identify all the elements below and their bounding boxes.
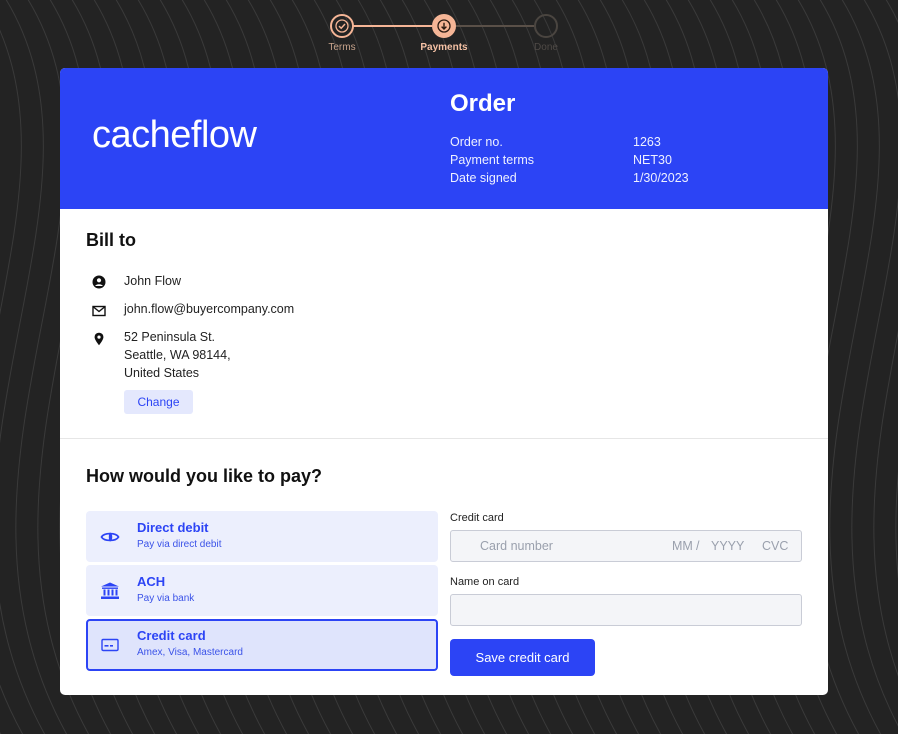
- step-connector-complete: [352, 25, 432, 27]
- step-payments-circle[interactable]: [432, 14, 456, 38]
- card-number-placeholder: Card number: [480, 539, 553, 553]
- payment-option-ach[interactable]: ACH Pay via bank: [86, 565, 438, 616]
- order-number-label: Order no.: [450, 135, 503, 149]
- background-line: [851, 0, 898, 727]
- progress-stepper: Terms Payments Done: [0, 0, 898, 60]
- person-icon: [92, 275, 106, 289]
- background-line: [0, 731, 2, 734]
- payment-terms-value: NET30: [633, 153, 672, 167]
- date-signed-label: Date signed: [450, 171, 517, 185]
- download-arrow-icon: [437, 19, 451, 33]
- date-signed-value: 1/30/2023: [633, 171, 689, 185]
- payment-option-name: Credit card: [137, 628, 206, 643]
- step-label-payments: Payments: [420, 42, 468, 53]
- order-number-value: 1263: [633, 135, 661, 149]
- bill-to-address-line-2: Seattle, WA 98144,: [124, 348, 231, 362]
- step-label-done: Done: [534, 42, 558, 53]
- payment-option-direct-debit[interactable]: Direct debit Pay via direct debit: [86, 511, 438, 562]
- mail-icon: [92, 305, 106, 317]
- step-connector-upcoming: [456, 25, 534, 27]
- payment-terms-label: Payment terms: [450, 153, 535, 167]
- credit-card-label: Credit card: [450, 512, 504, 524]
- background-line: [0, 29, 24, 734]
- checkmark-icon: [335, 19, 349, 33]
- cvc-placeholder: CVC: [762, 539, 789, 553]
- date-signed-row: Date signed 1/30/2023: [450, 171, 810, 189]
- name-on-card-label: Name on card: [450, 576, 520, 588]
- name-on-card-input[interactable]: [450, 594, 802, 626]
- change-address-button[interactable]: Change: [124, 390, 193, 414]
- background-line: [0, 0, 46, 734]
- payment-option-credit-card[interactable]: Credit card Amex, Visa, Mastercard: [86, 619, 438, 671]
- expiry-month-placeholder: MM: [672, 539, 693, 553]
- payment-option-description: Amex, Visa, Mastercard: [137, 647, 243, 658]
- credit-card-icon: [101, 638, 119, 652]
- expiry-year-placeholder: YYYY: [711, 539, 745, 553]
- order-number-row: Order no. 1263: [450, 135, 810, 153]
- card-details-input[interactable]: Card number MM / YYYY CVC: [450, 530, 802, 562]
- bill-to-email: john.flow@buyercompany.com: [124, 302, 295, 316]
- order-title: Order: [450, 90, 516, 117]
- background-line: [829, 0, 882, 734]
- step-terms-circle[interactable]: [330, 14, 354, 38]
- bill-to-name: John Flow: [124, 274, 181, 288]
- bill-to-address-line-1: 52 Peninsula St.: [124, 330, 216, 344]
- bank-icon: [101, 582, 119, 599]
- payment-method-title: How would you like to pay?: [86, 466, 323, 486]
- payment-option-name: Direct debit: [137, 520, 209, 535]
- expiry-separator: /: [696, 539, 700, 553]
- step-label-terms: Terms: [328, 42, 356, 53]
- direct-debit-icon: [100, 532, 120, 542]
- payment-option-name: ACH: [137, 574, 166, 589]
- bill-to-title: Bill to: [86, 230, 136, 250]
- section-divider: [60, 438, 828, 439]
- step-done-circle[interactable]: [534, 14, 558, 38]
- bill-to-address-line-3: United States: [124, 366, 200, 380]
- save-credit-card-button[interactable]: Save credit card: [450, 639, 595, 676]
- location-pin-icon: [94, 332, 104, 346]
- payment-terms-row: Payment terms NET30: [450, 153, 810, 171]
- cacheflow-logo: cacheflow: [92, 114, 257, 156]
- order-header: cacheflow Order Order no. 1263 Payment t…: [60, 68, 828, 209]
- payment-option-description: Pay via direct debit: [137, 539, 222, 550]
- order-card: cacheflow Order Order no. 1263 Payment t…: [60, 68, 828, 695]
- payment-option-description: Pay via bank: [137, 593, 195, 604]
